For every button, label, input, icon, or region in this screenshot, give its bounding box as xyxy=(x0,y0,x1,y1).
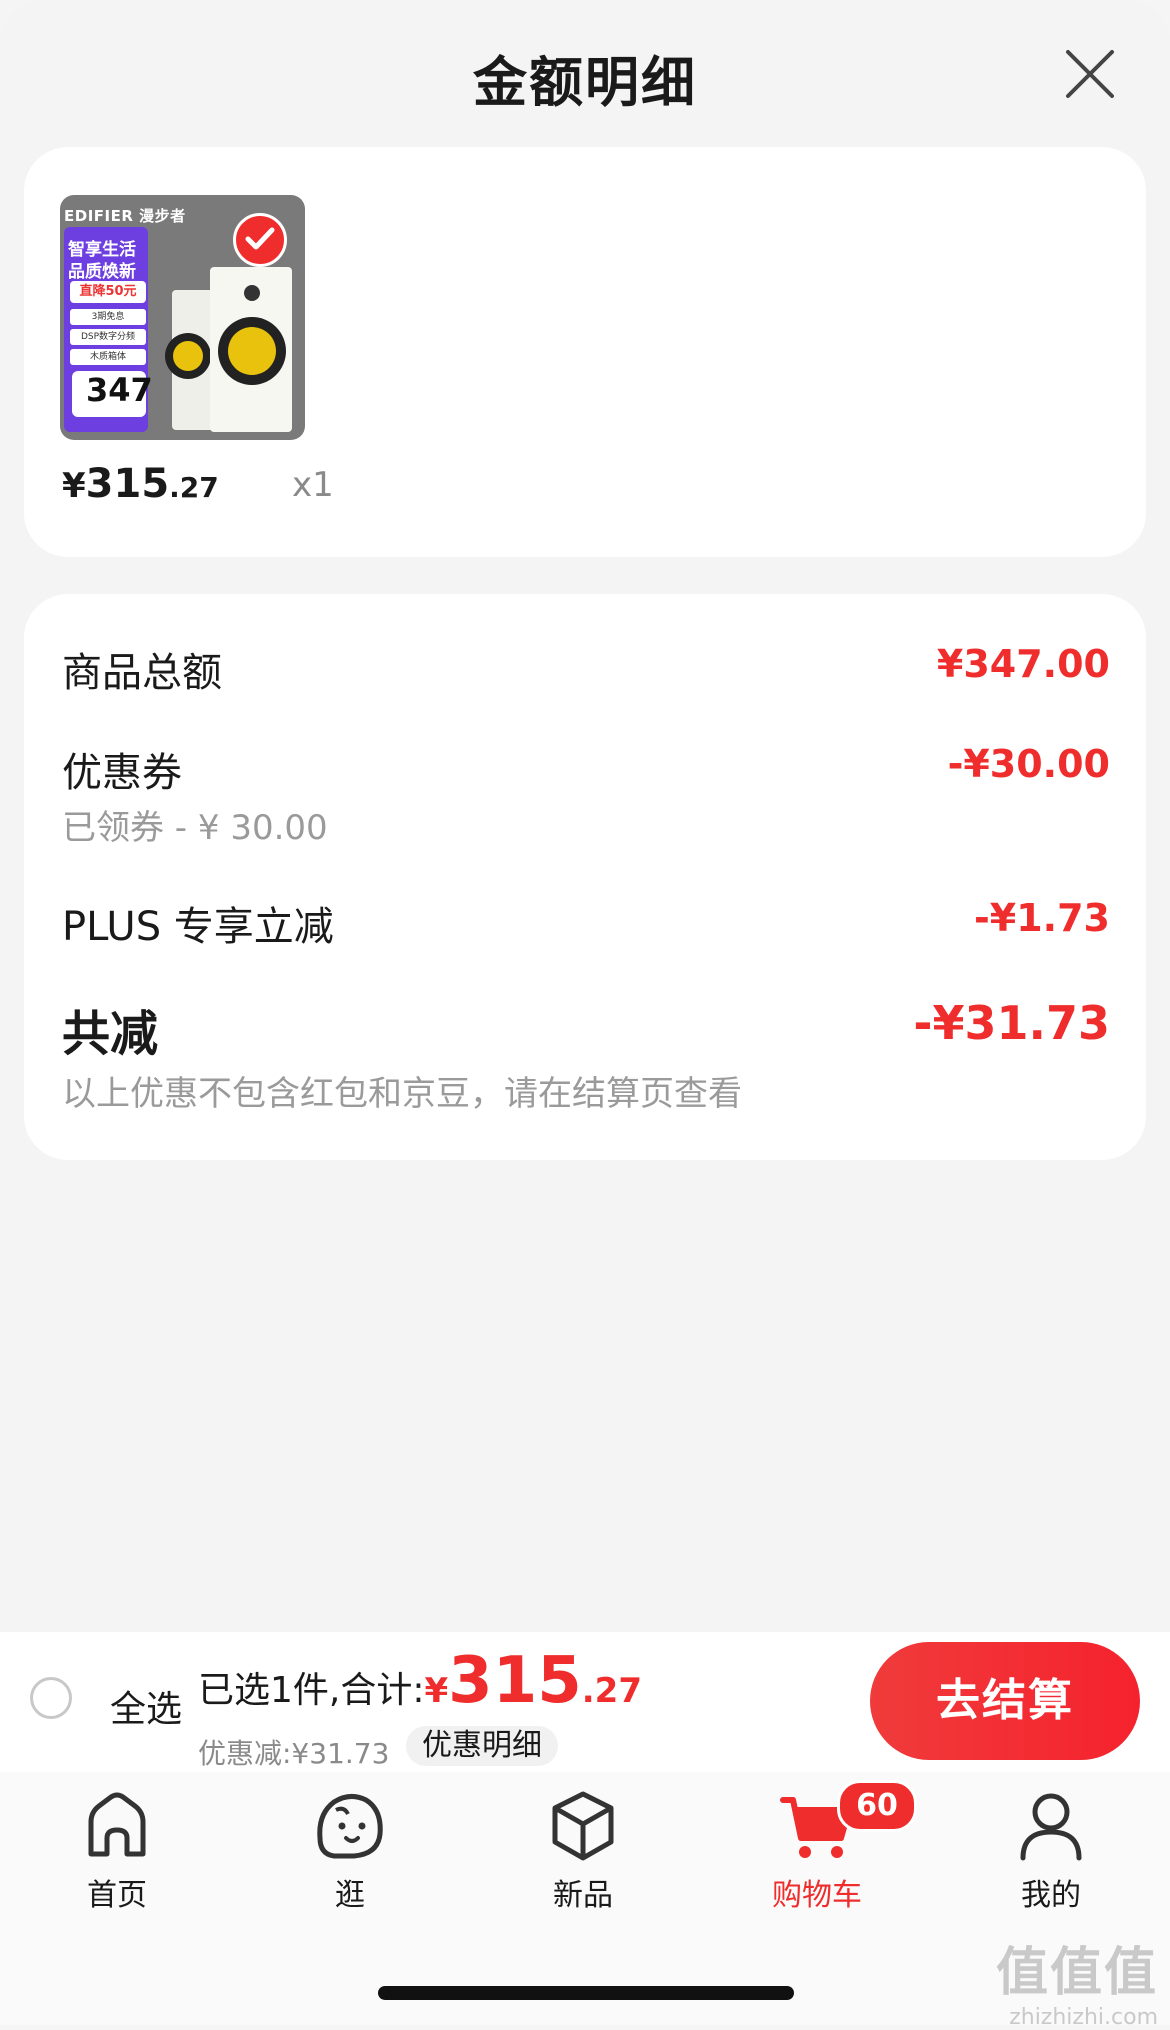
summary-total: ¥315.27 xyxy=(424,1644,642,1718)
product-card: EDIFIER 漫步者 智享生活 品质焕新 直降50元 3期免息 DSP数字分频… xyxy=(24,147,1146,557)
watermark: 值值值 zhizhizhi.com xyxy=(996,1930,1158,2030)
watermark-url: zhizhizhi.com xyxy=(1009,2005,1158,2030)
product-thumbnail[interactable]: EDIFIER 漫步者 智享生活 品质焕新 直降50元 3期免息 DSP数字分频… xyxy=(60,195,305,440)
total-off-value: -¥31.73 xyxy=(913,996,1110,1050)
product-price-int: 315 xyxy=(85,461,170,507)
discount-note: 以上优惠不包含红包和京豆，请在结算页查看 xyxy=(62,1074,742,1114)
speaker-tweeter xyxy=(244,285,260,301)
speaker-left-woofer xyxy=(165,333,211,379)
tab-home-label: 首页 xyxy=(87,1878,147,1913)
product-price: ¥315.27 xyxy=(62,461,219,507)
promo-item-1: 3期免息 xyxy=(70,309,146,325)
promo-line-2: 品质焕新 xyxy=(68,262,136,282)
tab-new[interactable]: 新品 xyxy=(503,1786,663,1914)
selected-summary: 已选1件,合计:¥315.27 xyxy=(198,1644,642,1718)
tab-mine-label: 我的 xyxy=(1021,1878,1081,1913)
checkout-button[interactable]: 去结算 xyxy=(870,1642,1140,1760)
discount-detail-button[interactable]: 优惠明细 xyxy=(406,1726,558,1766)
goods-total-value: ¥347.00 xyxy=(936,642,1110,686)
promo-tag: 直降50元 xyxy=(70,281,146,303)
coupon-value: -¥30.00 xyxy=(947,742,1110,786)
checkout-bar: 全选 已选1件,合计:¥315.27 优惠减:¥31.73 优惠明细 去结算 xyxy=(0,1632,1170,1773)
tab-new-label: 新品 xyxy=(553,1878,613,1913)
watermark-text: 值值值 xyxy=(995,1943,1158,2003)
promo-item-2: DSP数字分频 xyxy=(70,329,146,345)
tab-home[interactable]: 首页 xyxy=(37,1786,197,1914)
close-icon[interactable] xyxy=(1060,44,1120,104)
tab-cart-label: 购物车 xyxy=(772,1878,862,1913)
tab-cart[interactable]: 60 购物车 xyxy=(737,1780,917,1914)
tab-mine[interactable]: 我的 xyxy=(971,1786,1131,1914)
summary-total-symbol: ¥ xyxy=(424,1671,449,1711)
tab-explore[interactable]: 逛 xyxy=(270,1786,430,1914)
summary-total-int: 315 xyxy=(448,1644,582,1718)
speaker-right-woofer xyxy=(218,317,286,385)
product-price-symbol: ¥ xyxy=(62,466,86,506)
promo-price: 347 xyxy=(86,371,153,409)
coupon-sub: 已领券 - ¥ 30.00 xyxy=(62,808,328,848)
home-indicator xyxy=(378,1986,794,2000)
select-all-radio[interactable] xyxy=(30,1677,72,1719)
plus-discount-label: PLUS 专享立减 xyxy=(62,904,334,950)
selected-check-icon[interactable] xyxy=(233,213,287,267)
page-title: 金额明细 xyxy=(473,51,697,114)
product-quantity: x1 xyxy=(292,465,334,505)
summary-prefix: 已选1件,合计: xyxy=(198,1670,425,1711)
coupon-label: 优惠券 xyxy=(62,750,182,796)
amount-detail-sheet: 金额明细 EDIFIER 漫步者 智享生活 品质焕新 直降50元 3期免息 DS… xyxy=(0,0,1170,1632)
goods-total-label: 商品总额 xyxy=(62,650,222,696)
home-icon xyxy=(88,1792,146,1857)
face-icon xyxy=(317,1794,383,1859)
summary-total-dec: .27 xyxy=(581,1671,642,1711)
discount-amount: 优惠减:¥31.73 xyxy=(198,1737,390,1770)
thumbnail-brand-text: EDIFIER 漫步者 xyxy=(64,207,186,225)
select-all-label[interactable]: 全选 xyxy=(110,1680,182,1732)
cube-icon xyxy=(552,1791,614,1861)
amount-card: 商品总额 ¥347.00 优惠券 -¥30.00 已领券 - ¥ 30.00 P… xyxy=(24,594,1146,1160)
plus-discount-value: -¥1.73 xyxy=(974,896,1110,940)
cart-count-badge: 60 xyxy=(837,1780,917,1832)
person-icon xyxy=(1020,1793,1082,1861)
tab-explore-label: 逛 xyxy=(335,1878,365,1913)
product-price-dec: .27 xyxy=(169,471,219,504)
promo-item-3: 木质箱体 xyxy=(70,349,146,365)
total-off-label: 共减 xyxy=(62,1006,159,1062)
